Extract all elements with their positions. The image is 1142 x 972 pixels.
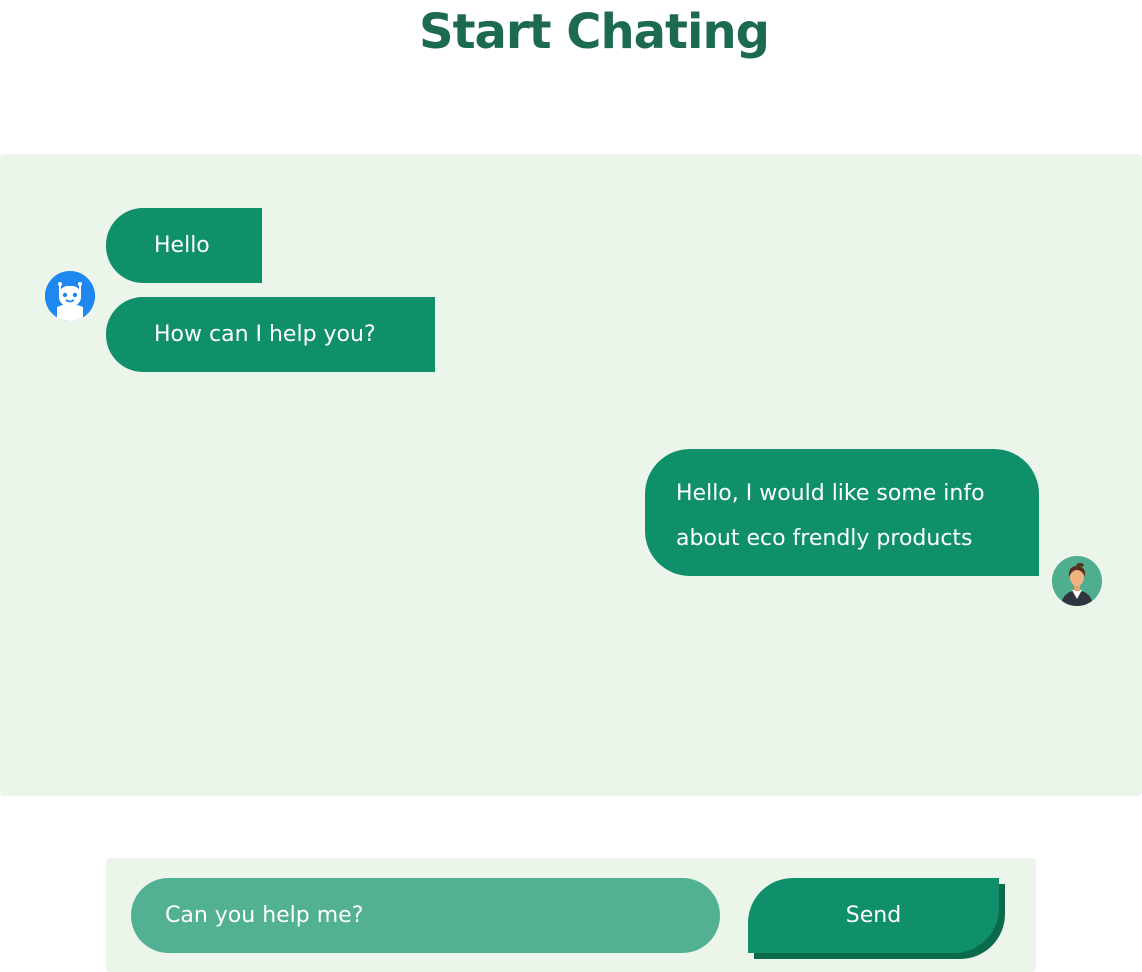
user-message-bubble: Hello, I would like some info about eco … (645, 449, 1039, 576)
chat-panel[interactable]: Hello How can I help you? Hello, I would… (0, 154, 1142, 796)
send-button[interactable]: Send (748, 878, 999, 953)
message-input[interactable] (131, 878, 720, 953)
page-title: Start Chating (419, 4, 770, 60)
bot-message-bubble: Hello (106, 208, 262, 283)
robot-icon (45, 271, 95, 321)
message-composer: Send (106, 858, 1036, 972)
user-avatar (1052, 556, 1102, 606)
bot-message-bubble: How can I help you? (106, 297, 435, 372)
bot-avatar (45, 271, 95, 321)
businesswoman-icon (1052, 556, 1102, 606)
